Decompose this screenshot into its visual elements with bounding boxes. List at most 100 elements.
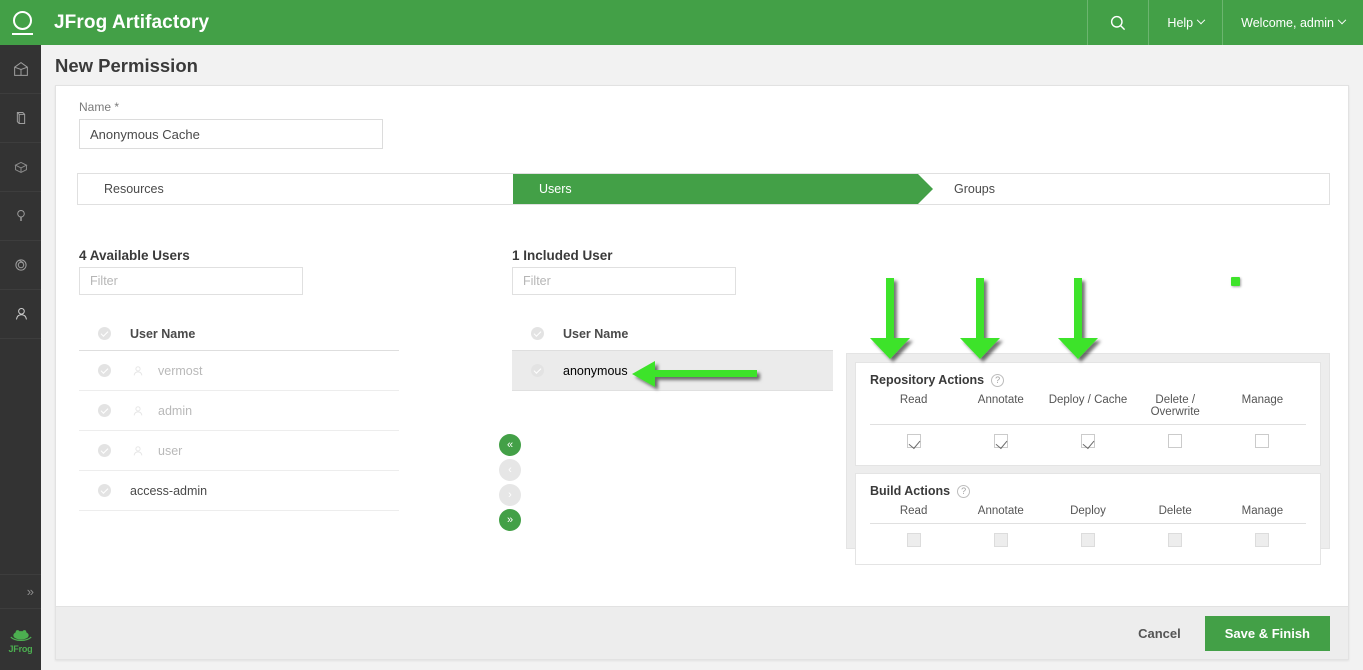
name-field-label: Name *	[79, 100, 120, 114]
repository-delete-overwrite-checkbox[interactable]	[1168, 434, 1183, 448]
repository-manage-label: Manage	[1241, 394, 1284, 406]
permission-form-card: Name * Resources Users Groups 4 Availabl…	[55, 85, 1349, 660]
search-icon[interactable]	[1087, 0, 1148, 45]
available-users-filter-input[interactable]	[79, 267, 303, 295]
cancel-button[interactable]: Cancel	[1124, 618, 1195, 649]
build-manage-checkbox[interactable]	[1255, 533, 1270, 547]
question-mark-icon[interactable]: ?	[957, 484, 971, 498]
repository-annotate-checkbox[interactable]	[993, 434, 1008, 448]
build-read-label: Read	[899, 505, 928, 517]
row-checkbox[interactable]	[98, 404, 111, 417]
table-row[interactable]: access-admin	[79, 471, 399, 511]
sidebar-item-search[interactable]	[0, 192, 41, 241]
included-user-anonymous-row[interactable]: anonymous	[512, 351, 833, 391]
row-user-name: access-admin	[130, 483, 208, 498]
move-right-button[interactable]: ›	[499, 484, 521, 506]
table-row[interactable]: admin	[79, 391, 399, 431]
chevron-down-icon	[1196, 15, 1206, 24]
sidebar-item-users[interactable]	[0, 290, 41, 339]
row-user-name: vermost	[158, 363, 203, 378]
repository-read-checkbox[interactable]	[906, 434, 921, 448]
sidebar-item-packages[interactable]	[0, 143, 41, 192]
actions-panel-group: Repository Actions ? Read Annotate Deplo…	[846, 353, 1330, 565]
repository-actions-headers: Read Annotate Deploy / Cache Delete / Ov…	[870, 394, 1306, 424]
card-footer: Cancel Save & Finish	[56, 606, 1348, 659]
repository-actions-title: Repository Actions	[870, 373, 985, 387]
step-resources-label: Resources	[104, 182, 164, 196]
build-delete-label: Delete	[1158, 505, 1192, 517]
card-body: Name * Resources Users Groups 4 Availabl…	[56, 86, 1348, 608]
repository-manage-checkbox[interactable]	[1255, 434, 1270, 448]
gear-admin-icon	[14, 259, 27, 271]
sidebar-expand-toggle[interactable]: »	[0, 574, 41, 608]
build-actions-headers: Read Annotate Deploy Delete Manage	[870, 505, 1306, 523]
brand-title: JFrog Artifactory	[54, 11, 210, 33]
person-icon	[133, 365, 143, 375]
step-users[interactable]: Users	[498, 174, 933, 204]
page-title: New Permission	[55, 55, 198, 76]
available-users-table: User Name vermost admin user access-admi…	[79, 317, 399, 511]
row-user-name: user	[158, 443, 183, 458]
user-icon	[15, 307, 27, 320]
move-all-right-button[interactable]: »	[499, 509, 521, 531]
available-users-title: 4 Available Users	[79, 248, 190, 263]
step-groups-label: Groups	[954, 182, 995, 196]
step-groups[interactable]: Groups	[918, 174, 1329, 204]
name-input[interactable]	[79, 119, 383, 149]
repository-read-label: Read	[899, 394, 928, 406]
user-label: Welcome, admin	[1241, 15, 1334, 30]
select-all-checkbox[interactable]	[98, 327, 111, 340]
sidebar-item-home[interactable]	[0, 45, 41, 94]
sidebar-item-artifacts[interactable]	[0, 94, 41, 143]
chevron-down-icon	[1337, 15, 1347, 24]
row-checkbox[interactable]	[531, 364, 544, 377]
build-delete-checkbox[interactable]	[1168, 533, 1183, 547]
repository-actions-checkboxes	[870, 434, 1306, 453]
available-users-table-header: User Name	[79, 317, 399, 351]
left-sidebar: » JFrog	[0, 45, 41, 670]
row-user-name: admin	[158, 403, 193, 418]
top-header-bar: JFrog Artifactory Help Welcome, admin	[0, 0, 1363, 45]
person-icon	[133, 445, 143, 455]
step-resources[interactable]: Resources	[78, 174, 513, 204]
question-mark-icon[interactable]: ?	[991, 373, 1005, 387]
row-checkbox[interactable]	[98, 484, 111, 497]
included-users-table-header: User Name	[512, 317, 833, 351]
build-annotate-label: Annotate	[977, 505, 1024, 517]
user-menu[interactable]: Welcome, admin	[1222, 0, 1363, 45]
search-magnifier-icon	[16, 209, 25, 221]
save-and-finish-button[interactable]: Save & Finish	[1204, 615, 1330, 651]
sidebar-item-admin[interactable]	[0, 241, 41, 290]
repository-delete-overwrite-label: Delete / Overwrite	[1150, 394, 1200, 418]
sidebar-footer-logo: JFrog	[0, 608, 41, 670]
repository-deploy-cache-checkbox[interactable]	[1081, 434, 1095, 448]
row-checkbox[interactable]	[98, 444, 111, 457]
person-icon	[133, 405, 143, 415]
move-all-left-button[interactable]: «	[499, 434, 521, 456]
row-checkbox[interactable]	[98, 364, 111, 377]
package-cube-icon	[13, 161, 28, 174]
table-row[interactable]: vermost	[79, 351, 399, 391]
repository-annotate-label: Annotate	[977, 394, 1024, 406]
build-deploy-label: Deploy	[1070, 505, 1106, 517]
repository-actions-panel: Repository Actions ? Read Annotate Deplo…	[855, 362, 1321, 466]
build-deploy-checkbox[interactable]	[1081, 533, 1095, 547]
select-all-checkbox[interactable]	[531, 327, 544, 340]
move-left-button[interactable]: ‹	[499, 459, 521, 481]
build-read-checkbox[interactable]	[906, 533, 921, 547]
included-users-filter-input[interactable]	[512, 267, 736, 295]
table-row[interactable]: user	[79, 431, 399, 471]
divider	[870, 523, 1306, 524]
repository-deploy-cache-label: Deploy / Cache	[1048, 394, 1128, 406]
app-root: JFrog Artifactory Help Welcome, admin » …	[0, 0, 1363, 670]
build-annotate-checkbox[interactable]	[993, 533, 1008, 547]
jfrog-circle-logo-icon[interactable]	[0, 0, 45, 45]
home-icon	[13, 62, 28, 76]
artifacts-icon	[16, 112, 25, 124]
transfer-buttons: « ‹ › »	[499, 434, 521, 534]
help-menu[interactable]: Help	[1148, 0, 1222, 45]
header-actions: Help Welcome, admin	[1087, 0, 1363, 45]
column-header-user-name: User Name	[563, 326, 629, 341]
build-actions-title: Build Actions	[870, 484, 951, 498]
